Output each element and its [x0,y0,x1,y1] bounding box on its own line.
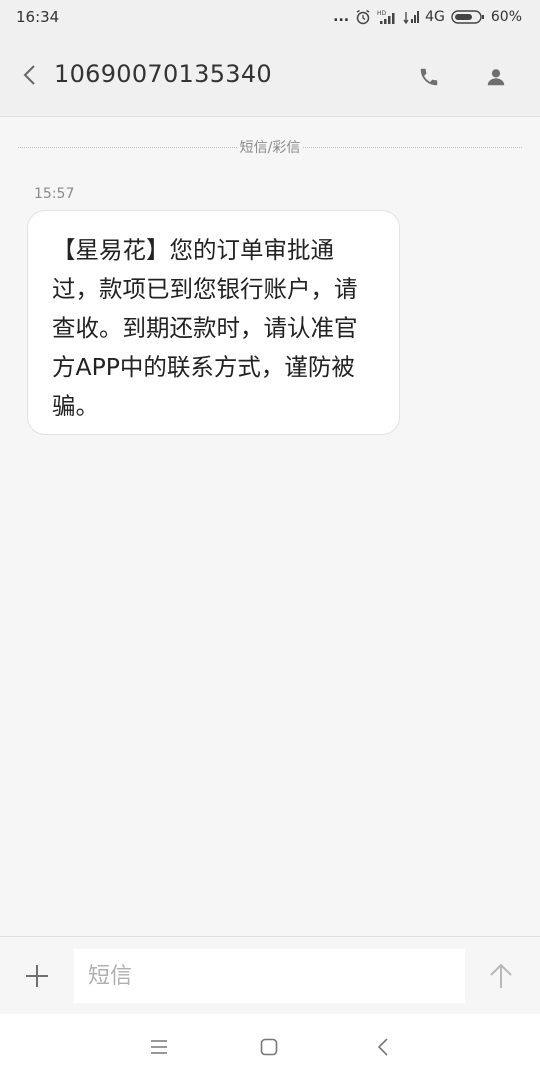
add-attachment-button[interactable] [22,961,52,991]
divider-label: 短信/彩信 [239,140,301,156]
conversation-header: 10690070135340 [0,34,540,117]
nav-back-button[interactable] [370,1034,396,1060]
contact-number: 10690070135340 [54,60,272,88]
plus-icon [26,965,48,987]
signal-icon [403,9,420,25]
divider-line [303,146,522,148]
battery-level: 60% [490,9,522,25]
send-button[interactable] [486,961,516,991]
person-icon [487,69,505,86]
message-timestamp: 15:57 [34,186,75,202]
hd-signal-icon: HD [377,9,397,25]
back-arrow-icon [23,65,35,85]
nav-home-button[interactable] [256,1034,282,1060]
alarm-icon [355,9,371,25]
back-button[interactable] [14,58,44,92]
system-nav-bar [0,1014,540,1080]
phone-icon [420,68,438,86]
svg-text:HD: HD [377,10,387,17]
compose-bar [0,936,540,1015]
call-button[interactable] [414,62,444,92]
message-bubble[interactable]: 【星易花】您的订单审批通过，款项已到您银行账户，请查收。到期还款时，请认准官方A… [27,210,400,435]
message-type-divider: 短信/彩信 [18,138,522,156]
status-icons: ... HD 4G 60% [333,9,522,25]
status-time: 16:34 [16,8,60,26]
battery-icon [451,9,485,25]
more-icon: ... [333,9,350,25]
send-arrow-icon [490,963,512,988]
status-bar: 16:34 ... HD 4G 60% [0,0,540,34]
home-square-icon [260,1038,278,1056]
network-type: 4G [425,9,445,25]
back-chevron-icon [377,1038,388,1056]
contact-details-button[interactable] [481,62,511,92]
message-input[interactable] [74,949,465,1003]
divider-line [18,146,237,148]
menu-icon [151,1040,167,1054]
nav-menu-button[interactable] [146,1034,172,1060]
